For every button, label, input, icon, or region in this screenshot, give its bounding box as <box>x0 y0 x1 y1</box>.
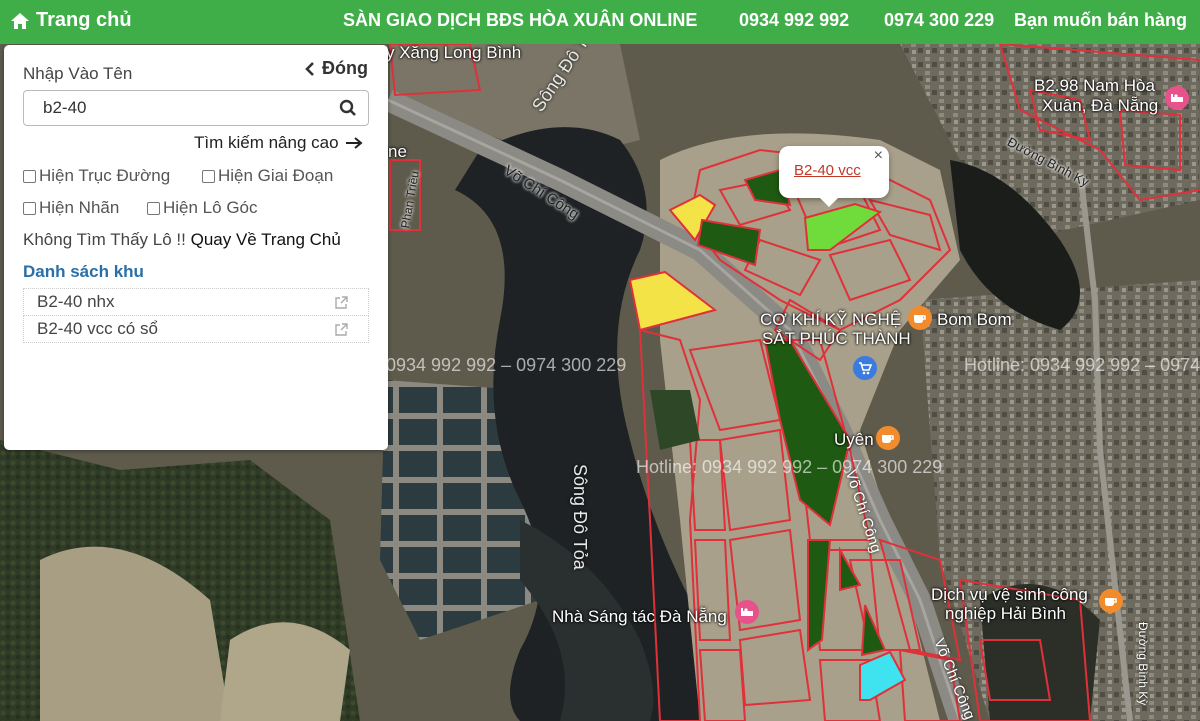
checkbox-box[interactable] <box>147 201 160 215</box>
b2-98-label-line1: B2.98 Nam Hòa <box>1034 76 1155 95</box>
ne-fragment-label: ne <box>388 142 407 161</box>
popup-lot-link[interactable]: B2-40 vcc <box>794 162 861 179</box>
advanced-search-link[interactable]: Tìm kiếm nâng cao <box>194 133 363 153</box>
sell-link[interactable]: Bạn muốn bán hàng <box>1014 10 1187 31</box>
not-found-message: Không Tìm Thấy Lô !! Quay Về Trang Chủ <box>23 230 341 250</box>
not-found-text: Không Tìm Thấy Lô !! <box>23 230 186 249</box>
list-item-label: B2-40 nhx <box>37 292 115 311</box>
home-label: Trang chủ <box>36 9 132 31</box>
co-khi-label-line1: CƠ KHÍ KỸ NGHỆ <box>760 310 902 329</box>
duong-binh-ky-bottom-label: Đường Bình Kỳ <box>1136 622 1150 706</box>
watermark-1: 0934 992 992 – 0974 300 229 <box>386 355 627 375</box>
arrow-right-icon <box>345 137 363 149</box>
cafe-icon[interactable] <box>1099 589 1123 613</box>
checkbox-box[interactable] <box>23 201 36 215</box>
shopping-cart-icon[interactable] <box>853 356 877 380</box>
checkbox-box[interactable] <box>23 169 36 183</box>
dich-vu-label-line2: nghiệp Hải Bình <box>945 604 1066 623</box>
bom-bom-label: Bom Bom <box>937 310 1012 329</box>
zone-list-heading: Danh sách khu <box>23 262 144 281</box>
zone-list: B2-40 nhx B2-40 vcc có sổ <box>23 288 369 343</box>
hotel-icon[interactable] <box>735 600 759 624</box>
co-khi-label-line2: SẮT PHÚC THÀNH <box>762 329 911 348</box>
checkbox-label: Hiện Trục Đường <box>39 166 171 185</box>
list-item[interactable]: B2-40 vcc có sổ <box>23 315 369 343</box>
watermark-2: Hotline: 0934 992 992 – 0974 300 229 <box>964 355 1200 375</box>
advanced-search-label: Tìm kiếm nâng cao <box>194 133 339 152</box>
gas-station-label: y Xăng Long Bình <box>386 44 522 62</box>
home-link[interactable]: Trang chủ <box>10 9 132 32</box>
top-bar: Trang chủ SÀN GIAO DỊCH BĐS HÒA XUÂN ONL… <box>0 0 1200 44</box>
list-item-label: B2-40 vcc có sổ <box>37 319 158 338</box>
b2-98-label-line2: Xuân, Đà Nẵng <box>1042 96 1159 115</box>
external-link-icon <box>335 323 348 336</box>
checkbox-label: Hiện Nhãn <box>39 198 120 217</box>
close-panel-button[interactable]: Đóng <box>304 58 368 79</box>
checkbox-box[interactable] <box>202 169 215 183</box>
panel-title: Nhập Vào Tên <box>23 64 133 83</box>
lot-popup: B2-40 vcc × <box>779 146 889 207</box>
checkbox-giai-doan[interactable]: Hiện Giai Đoạn <box>202 166 333 186</box>
chevron-left-icon <box>305 61 314 76</box>
checkbox-lo-goc[interactable]: Hiện Lô Góc <box>147 198 258 218</box>
hotline-1[interactable]: 0934 992 992 <box>739 10 849 31</box>
checkbox-nhan[interactable]: Hiện Nhãn <box>23 198 119 218</box>
watermark-3: Hotline: 0934 992 992 – 0974 300 229 <box>636 457 943 477</box>
cafe-icon[interactable] <box>876 426 900 450</box>
search-input[interactable] <box>24 91 334 125</box>
list-item[interactable]: B2-40 nhx <box>23 288 369 316</box>
external-link-icon <box>335 296 348 309</box>
hotel-icon[interactable] <box>1165 86 1189 110</box>
uyen-label: Uyên <box>834 430 874 449</box>
nha-sang-tac-label: Nhà Sáng tác Đà Nẵng <box>552 607 727 626</box>
close-panel-label: Đóng <box>322 58 368 78</box>
home-icon <box>11 12 29 29</box>
search-icon[interactable] <box>339 99 357 117</box>
popup-close-icon[interactable]: × <box>874 147 883 165</box>
dich-vu-label-line1: Dịch vụ vệ sinh công <box>931 585 1088 604</box>
cafe-icon[interactable] <box>908 306 932 330</box>
back-home-link[interactable]: Quay Về Trang Chủ <box>191 230 341 249</box>
checkbox-label: Hiện Giai Đoạn <box>218 166 334 185</box>
search-panel: Nhập Vào Tên Đóng Tìm kiếm nâng cao Hiện… <box>4 45 388 450</box>
checkbox-truc-duong[interactable]: Hiện Trục Đường <box>23 166 170 186</box>
search-box <box>23 90 369 126</box>
site-title: SÀN GIAO DỊCH BĐS HÒA XUÂN ONLINE <box>343 10 698 30</box>
checkbox-label: Hiện Lô Góc <box>163 198 258 217</box>
song-do-toa-mid-label: Sông Đô Tỏa <box>570 464 590 570</box>
hotline-2[interactable]: 0974 300 229 <box>884 10 994 31</box>
